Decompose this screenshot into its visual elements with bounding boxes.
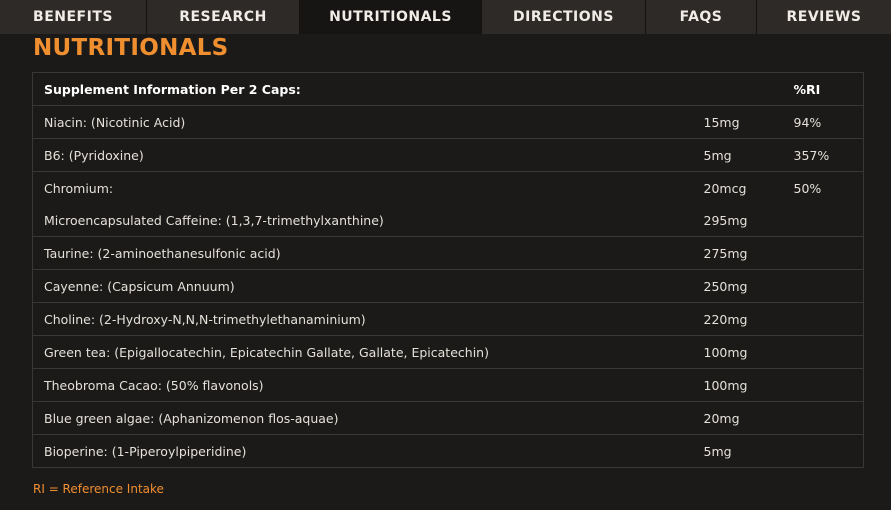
ingredient-cell: Niacin: (Nicotinic Acid) [32,105,693,139]
header-amount [692,72,783,106]
amount-cell: 5mg [692,138,783,172]
ri-cell [782,204,864,237]
table-row: Blue green algae: (Aphanizomenon flos-aq… [32,401,864,435]
amount-cell: 20mg [692,401,783,435]
ri-cell [782,302,864,336]
header-label: Supplement Information Per 2 Caps: [32,72,693,106]
reference-intake-footnote: RI = Reference Intake [33,482,164,496]
ingredient-cell: Blue green algae: (Aphanizomenon flos-aq… [32,401,693,435]
ingredient-cell: Taurine: (2-aminoethanesulfonic acid) [32,236,693,270]
ri-cell: 94% [782,105,864,139]
ingredient-cell: Cayenne: (Capsicum Annuum) [32,269,693,303]
amount-cell: 220mg [692,302,783,336]
ri-cell [782,368,864,402]
table-row: Chromium: 20mcg 50% [32,171,864,204]
tab-directions[interactable]: DIRECTIONS [482,0,646,34]
table-row: Microencapsulated Caffeine: (1,3,7-trime… [32,204,864,237]
ingredient-cell: Bioperine: (1-Piperoylpiperidine) [32,434,693,468]
ingredient-cell: Choline: (2-Hydroxy-N,N,N-trimethylethan… [32,302,693,336]
tab-faqs[interactable]: FAQS [646,0,757,34]
ingredient-cell: Chromium: [32,171,693,204]
ingredient-cell: Theobroma Cacao: (50% flavonols) [32,368,693,402]
ri-cell [782,269,864,303]
table-row: Theobroma Cacao: (50% flavonols) 100mg [32,368,864,402]
tab-reviews[interactable]: REVIEWS [757,0,891,34]
amount-cell: 100mg [692,335,783,369]
amount-cell: 100mg [692,368,783,402]
product-tabs: BENEFITS RESEARCH NUTRITIONALS DIRECTION… [0,0,891,34]
nutrition-table: Supplement Information Per 2 Caps: %RI N… [32,72,864,468]
ri-cell: 50% [782,171,864,204]
table-row: Taurine: (2-aminoethanesulfonic acid) 27… [32,236,864,270]
amount-cell: 15mg [692,105,783,139]
ri-cell [782,335,864,369]
table-row: Choline: (2-Hydroxy-N,N,N-trimethylethan… [32,302,864,336]
ri-cell [782,401,864,435]
section-title: NUTRITIONALS [33,35,229,61]
ri-cell [782,236,864,270]
ri-cell: 357% [782,138,864,172]
table-row: B6: (Pyridoxine) 5mg 357% [32,138,864,172]
ingredient-cell: Green tea: (Epigallocatechin, Epicatechi… [32,335,693,369]
header-ri: %RI [782,72,864,106]
tab-research[interactable]: RESEARCH [147,0,300,34]
table-row: Niacin: (Nicotinic Acid) 15mg 94% [32,105,864,139]
amount-cell: 5mg [692,434,783,468]
ingredient-cell: B6: (Pyridoxine) [32,138,693,172]
table-row: Cayenne: (Capsicum Annuum) 250mg [32,269,864,303]
ri-cell [782,434,864,468]
amount-cell: 275mg [692,236,783,270]
amount-cell: 295mg [692,204,783,237]
table-header-row: Supplement Information Per 2 Caps: %RI [32,72,864,106]
tab-benefits[interactable]: BENEFITS [0,0,147,34]
amount-cell: 250mg [692,269,783,303]
amount-cell: 20mcg [692,171,783,204]
ingredient-cell: Microencapsulated Caffeine: (1,3,7-trime… [32,204,693,237]
tab-nutritionals[interactable]: NUTRITIONALS [300,0,482,34]
table-row: Bioperine: (1-Piperoylpiperidine) 5mg [32,434,864,468]
table-row: Green tea: (Epigallocatechin, Epicatechi… [32,335,864,369]
